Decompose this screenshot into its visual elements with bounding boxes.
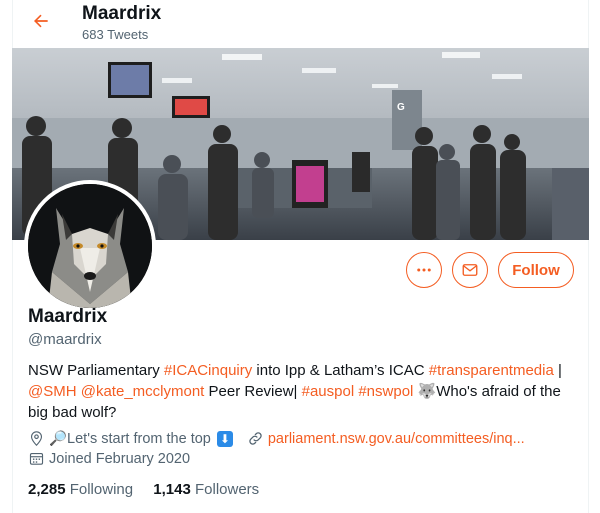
header-title: Maardrix bbox=[82, 3, 162, 24]
bio-line-1: NSW Parliamentary #ICACinquiry into Ipp … bbox=[28, 360, 568, 381]
bio-text: Peer Review| bbox=[204, 383, 302, 400]
more-options-button[interactable] bbox=[406, 252, 442, 288]
message-button[interactable] bbox=[452, 252, 488, 288]
bio-text: into Ipp & Latham’s ICAC bbox=[252, 362, 429, 379]
wolf-avatar-image bbox=[28, 184, 152, 308]
profile-name: Maardrix bbox=[28, 306, 108, 327]
following-count: 2,285 bbox=[28, 481, 66, 498]
follow-button[interactable]: Follow bbox=[498, 252, 574, 288]
tweet-count: 683 Tweets bbox=[82, 27, 149, 42]
bio-hashtag-link[interactable]: #auspol bbox=[302, 383, 355, 400]
link-icon bbox=[249, 432, 262, 445]
bio-text: 🐺Who's afraid of the bbox=[413, 383, 561, 400]
calendar-icon bbox=[29, 452, 44, 465]
following-link[interactable]: 2,285 Following bbox=[28, 481, 133, 498]
arrow-left-icon bbox=[34, 14, 48, 28]
followers-link[interactable]: 1,143 Followers bbox=[153, 481, 259, 498]
profile-location: 🔎Let's start from the top bbox=[49, 431, 211, 447]
following-label: Following bbox=[69, 481, 134, 498]
profile-meta-row-1: 🔎Let's start from the top ⬇ parliament.n… bbox=[28, 430, 525, 447]
profile-header: Maardrix 683 Tweets bbox=[0, 0, 600, 46]
bio-line-3: big bad wolf? bbox=[28, 404, 117, 421]
profile-bio: NSW Parliamentary #ICACinquiry into Ipp … bbox=[28, 360, 568, 423]
location-pin-icon bbox=[30, 431, 43, 447]
profile-website-link[interactable]: parliament.nsw.gov.au/committees/inq... bbox=[268, 431, 525, 447]
mail-icon bbox=[462, 264, 478, 276]
bio-hashtag-link[interactable]: #transparentmedia bbox=[429, 362, 554, 379]
down-arrow-emoji: ⬇ bbox=[216, 430, 233, 447]
more-icon bbox=[417, 268, 431, 272]
followers-count: 1,143 bbox=[153, 481, 191, 498]
bio-text: | bbox=[553, 362, 562, 379]
profile-joined-date: Joined February 2020 bbox=[49, 450, 191, 467]
follow-stats: 2,285 Following 1,143 Followers bbox=[28, 481, 275, 498]
bio-hashtag-link[interactable]: #nswpol bbox=[358, 383, 413, 400]
profile-meta-row-2: Joined February 2020 bbox=[28, 450, 190, 467]
bio-hashtag-link[interactable]: #ICACinquiry bbox=[164, 362, 252, 379]
bio-text: NSW Parliamentary bbox=[28, 362, 164, 379]
bio-line-2: @SMH @kate_mcclymont Peer Review| #auspo… bbox=[28, 381, 568, 402]
bio-hashtag-link[interactable]: @kate_mcclymont bbox=[81, 383, 205, 400]
followers-label: Followers bbox=[194, 481, 260, 498]
profile-handle: @maardrix bbox=[28, 331, 102, 348]
back-button[interactable] bbox=[28, 8, 54, 34]
svg-text:G: G bbox=[397, 102, 405, 113]
avatar[interactable] bbox=[24, 180, 156, 312]
bio-hashtag-link[interactable]: @SMH bbox=[28, 383, 77, 400]
